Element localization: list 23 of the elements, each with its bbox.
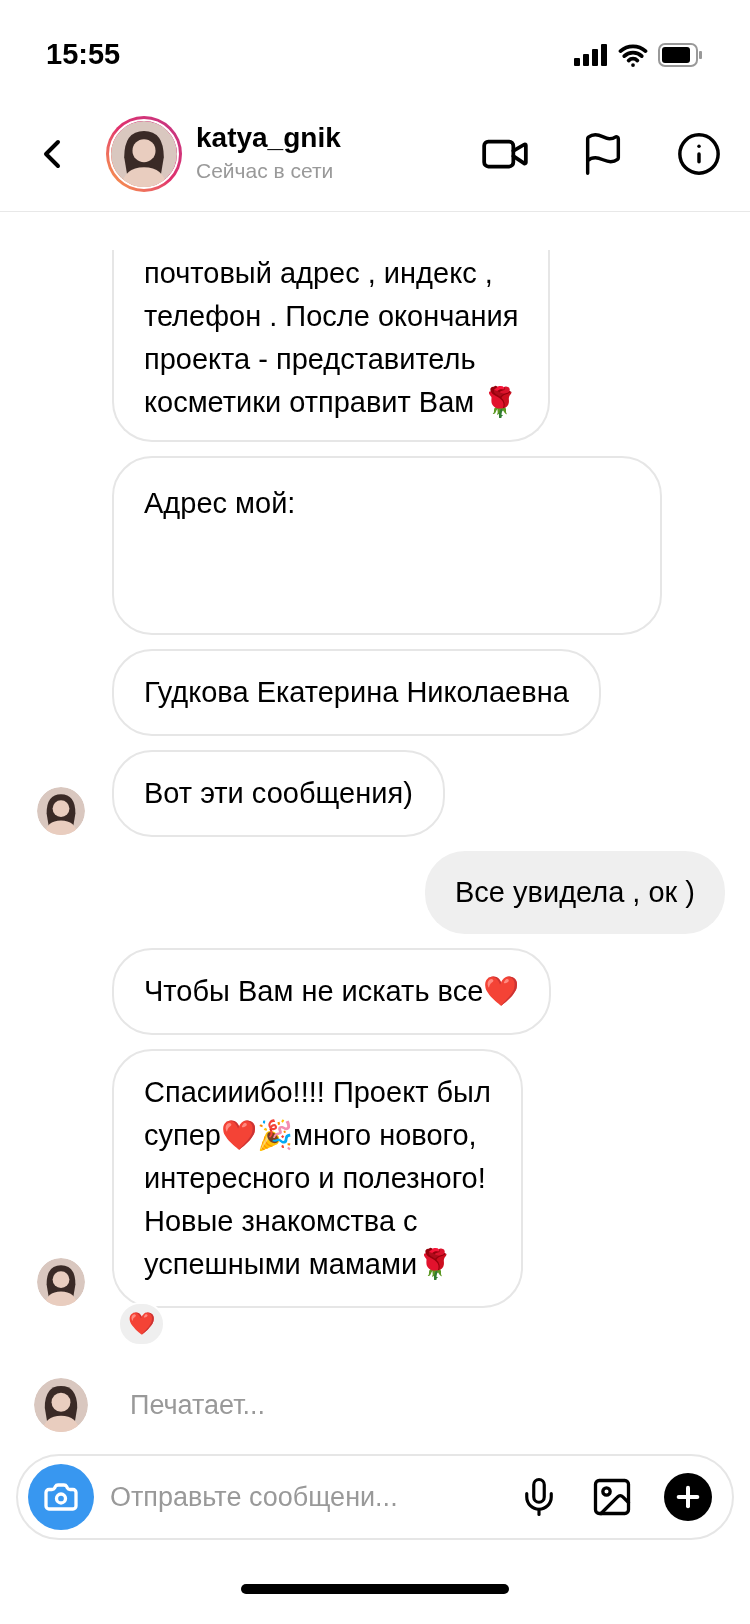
status-time: 15:55 bbox=[46, 37, 121, 73]
online-status: Сейчас в сети bbox=[196, 157, 335, 184]
message-bubble: Вот эти сообщения) bbox=[112, 750, 445, 837]
message-bubble: Чтобы Вам не искать все❤ bbox=[112, 948, 552, 1035]
message-input[interactable]: Отправьте сообщени... bbox=[110, 1476, 508, 1518]
battery-icon bbox=[658, 43, 704, 67]
typing-indicator: Печатает... bbox=[130, 1388, 266, 1422]
camera-button[interactable] bbox=[28, 1464, 94, 1530]
signal-icon bbox=[574, 44, 608, 66]
info-icon bbox=[676, 130, 722, 177]
avatar bbox=[32, 1376, 90, 1434]
avatar bbox=[35, 1256, 87, 1308]
message-bubble: Гудкова Екатерина Николаевна bbox=[112, 649, 601, 736]
plus-button[interactable] bbox=[664, 1473, 712, 1521]
avatar bbox=[35, 785, 87, 837]
message-composer[interactable]: Отправьте сообщени... bbox=[16, 1454, 734, 1540]
info-button[interactable] bbox=[676, 130, 722, 177]
message-bubble: Адрес мой: bbox=[112, 456, 662, 635]
reaction-badge[interactable]: ❤ bbox=[118, 1302, 165, 1346]
message-bubble: почтовый адрес , индекс , телефон . После окончания проекта - представитель косметики отправит Вам 🌹 bbox=[112, 250, 551, 442]
message-bubble: Спасииибо!!!! Проект был супер❤🎉много нового, интересного и полезного! Новые знакомства с успешными мамами🌹 bbox=[112, 1049, 523, 1308]
username: katya_gnik bbox=[196, 120, 342, 155]
message-bubble: Все увидела , ок ) bbox=[425, 851, 725, 934]
